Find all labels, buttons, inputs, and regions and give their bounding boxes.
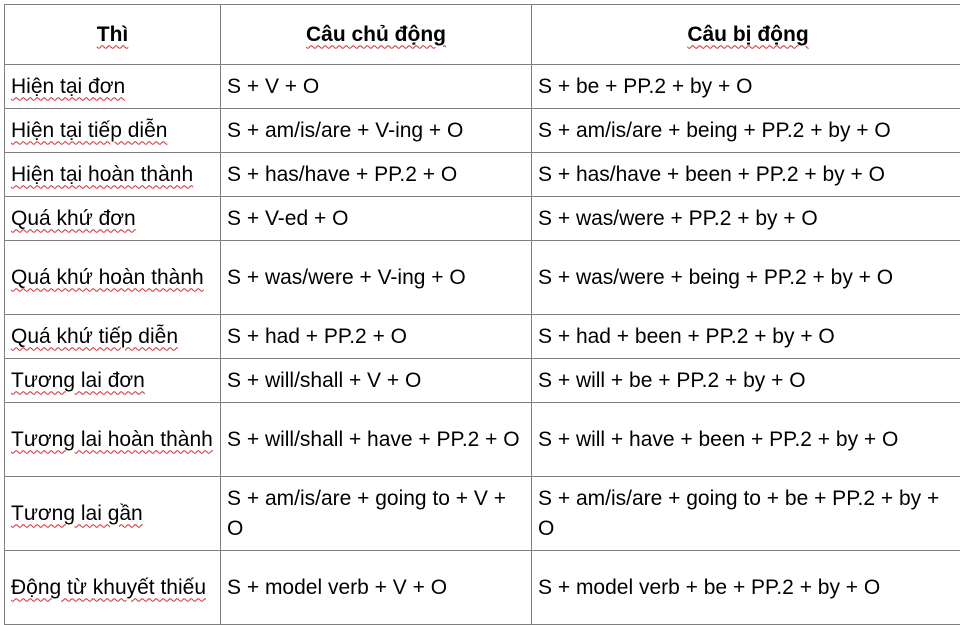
table-row: Tương lai hoàn thành S + will/shall + ha… (5, 403, 960, 477)
tense-cell: Quá khứ tiếp diễn (5, 315, 221, 359)
passive-cell: S + was/were + PP.2 + by + O (532, 197, 960, 241)
tense-cell: Tương lai gần (5, 477, 221, 551)
active-cell: S + model verb + V + O (221, 551, 532, 625)
table-row: Hiện tại hoàn thành S + has/have + PP.2 … (5, 153, 960, 197)
passive-cell: S + has/have + been + PP.2 + by + O (532, 153, 960, 197)
header-active-voice: Câu chủ động (221, 5, 532, 65)
tense-cell: Tương lai hoàn thành (5, 403, 221, 477)
table-row: Tương lai đơn S + will/shall + V + O S +… (5, 359, 960, 403)
active-cell: S + am/is/are + going to + V + O (221, 477, 532, 551)
active-cell: S + has/have + PP.2 + O (221, 153, 532, 197)
passive-cell: S + had + been + PP.2 + by + O (532, 315, 960, 359)
table-row: Quá khứ hoàn thành S + was/were + V-ing … (5, 241, 960, 315)
table-row: Quá khứ tiếp diễn S + had + PP.2 + O S +… (5, 315, 960, 359)
passive-voice-table: Thì Câu chủ động Câu bị động Hiện tại đơ… (4, 4, 960, 625)
table-row: Động từ khuyết thiếu S + model verb + V … (5, 551, 960, 625)
tense-cell: Hiện tại tiếp diễn (5, 109, 221, 153)
passive-cell: S + am/is/are + being + PP.2 + by + O (532, 109, 960, 153)
active-cell: S + will/shall + have + PP.2 + O (221, 403, 532, 477)
active-cell: S + V + O (221, 65, 532, 109)
passive-cell: S + will + have + been + PP.2 + by + O (532, 403, 960, 477)
passive-cell: S + was/were + being + PP.2 + by + O (532, 241, 960, 315)
passive-cell: S + be + PP.2 + by + O (532, 65, 960, 109)
table-row: Hiện tại đơn S + V + O S + be + PP.2 + b… (5, 65, 960, 109)
tense-cell: Quá khứ hoàn thành (5, 241, 221, 315)
table-row: Tương lai gần S + am/is/are + going to +… (5, 477, 960, 551)
active-cell: S + V-ed + O (221, 197, 532, 241)
header-passive-voice: Câu bị động (532, 5, 960, 65)
tense-cell: Động từ khuyết thiếu (5, 551, 221, 625)
table-row: Quá khứ đơn S + V-ed + O S + was/were + … (5, 197, 960, 241)
passive-cell: S + am/is/are + going to + be + PP.2 + b… (532, 477, 960, 551)
table-header-row: Thì Câu chủ động Câu bị động (5, 5, 960, 65)
active-cell: S + am/is/are + V-ing + O (221, 109, 532, 153)
passive-cell: S + model verb + be + PP.2 + by + O (532, 551, 960, 625)
tense-cell: Hiện tại hoàn thành (5, 153, 221, 197)
tense-cell: Hiện tại đơn (5, 65, 221, 109)
table-row: Hiện tại tiếp diễn S + am/is/are + V-ing… (5, 109, 960, 153)
tense-cell: Quá khứ đơn (5, 197, 221, 241)
active-cell: S + will/shall + V + O (221, 359, 532, 403)
passive-cell: S + will + be + PP.2 + by + O (532, 359, 960, 403)
header-tense: Thì (5, 5, 221, 65)
active-cell: S + had + PP.2 + O (221, 315, 532, 359)
active-cell: S + was/were + V-ing + O (221, 241, 532, 315)
tense-cell: Tương lai đơn (5, 359, 221, 403)
